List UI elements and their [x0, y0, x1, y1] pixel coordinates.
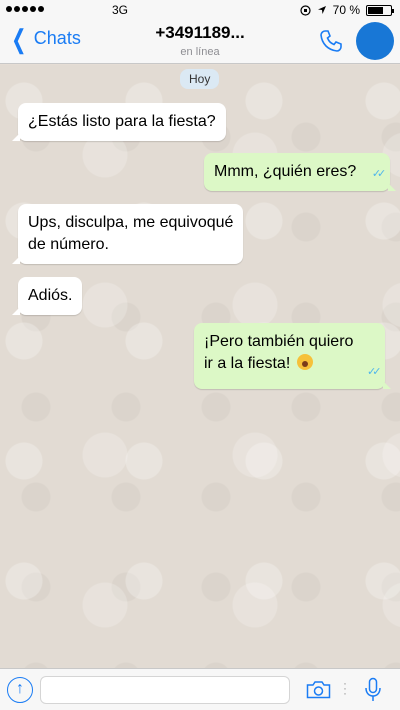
- message-incoming[interactable]: ¿Estás listo para la fiesta?: [12, 103, 226, 141]
- avatar[interactable]: [356, 22, 394, 60]
- location-arrow-icon: [317, 6, 326, 14]
- message-outgoing[interactable]: Mmm, ¿quién eres? ✓✓: [204, 153, 397, 191]
- signal-strength-icon: [6, 6, 44, 12]
- message-text: ¿Estás listo para la fiesta?: [28, 113, 216, 130]
- attach-button[interactable]: ↑: [7, 677, 33, 703]
- separator-dots: · · ·: [343, 676, 347, 700]
- chat-header: ❮ Chats +3491189... en línea: [0, 20, 400, 64]
- orientation-lock-icon: [300, 4, 311, 16]
- carrier-label: 3G: [112, 3, 129, 17]
- double-check-read-icon: ✓✓: [371, 168, 387, 180]
- message-text: Adiós.: [28, 287, 73, 304]
- battery-percentage: 70 %: [332, 3, 360, 17]
- message-text-line: ir a la fiesta!: [204, 355, 291, 372]
- arrow-up-icon: ↑: [16, 680, 24, 697]
- date-separator: Hoy: [180, 69, 220, 89]
- double-check-read-icon: ✓✓: [366, 366, 382, 378]
- battery-icon: [366, 4, 394, 16]
- camera-icon[interactable]: [306, 680, 331, 699]
- status-bar: 3G 70 %: [0, 0, 400, 20]
- message-text-line: ¡Pero también quiero: [204, 333, 354, 350]
- message-input[interactable]: [40, 676, 290, 704]
- message-text-line-wrap: ir a la fiesta!: [204, 353, 353, 375]
- message-text-line: Ups, disculpa, me equivoqué: [28, 214, 234, 231]
- message-text: Mmm, ¿quién eres?: [214, 163, 357, 180]
- status-right: 70 %: [300, 3, 394, 17]
- message-incoming[interactable]: Ups, disculpa, me equivoqué de número.: [11, 204, 244, 264]
- battery-level: [368, 6, 384, 14]
- message-text-line: de número.: [28, 236, 109, 253]
- message-composer: ↑ · · ·: [0, 668, 400, 710]
- message-outgoing[interactable]: ¡Pero también quiero ir a la fiesta! ✓✓: [194, 323, 392, 389]
- message-incoming[interactable]: Adiós.: [11, 277, 83, 315]
- astonished-face-icon: [296, 354, 313, 370]
- chat-area[interactable]: Hoy ¿Estás listo para la fiesta? Mmm, ¿q…: [0, 65, 400, 668]
- microphone-icon[interactable]: [364, 677, 382, 703]
- phone-icon[interactable]: [318, 28, 344, 54]
